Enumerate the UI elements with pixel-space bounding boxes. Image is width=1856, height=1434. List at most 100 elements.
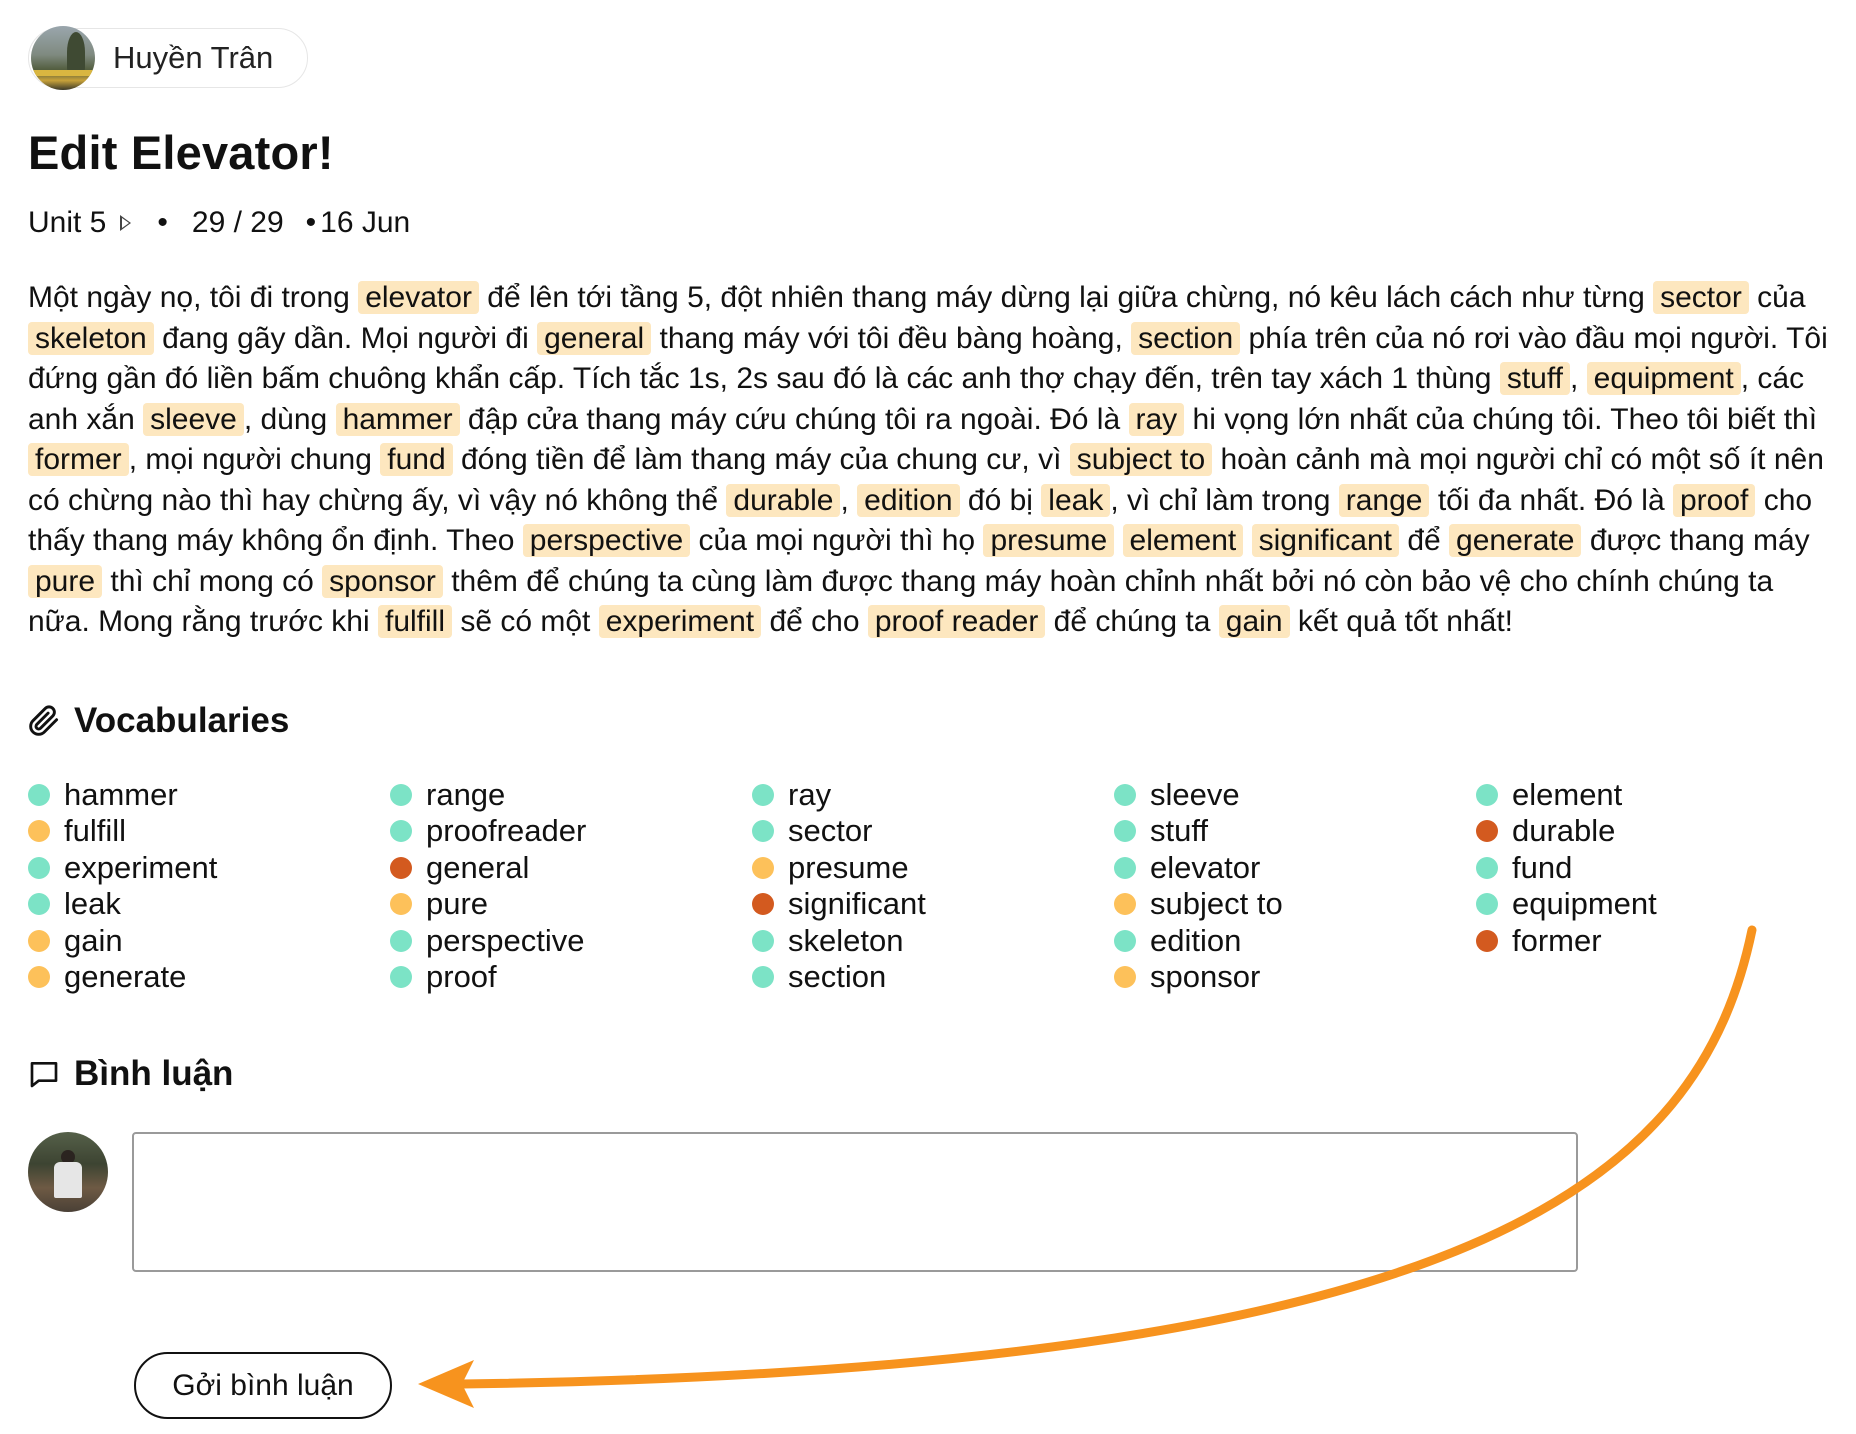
highlighted-word[interactable]: elevator [358, 281, 479, 314]
vocabulary-item[interactable]: sponsor [1114, 959, 1476, 996]
status-dot-icon [1476, 820, 1498, 843]
highlighted-word[interactable]: pure [28, 564, 103, 598]
story-paragraph: Một ngày nọ, tôi đi trong elevator để lê… [28, 281, 1828, 638]
vocabulary-word: skeleton [788, 922, 904, 958]
vocabulary-word: durable [1512, 813, 1616, 849]
highlighted-word[interactable]: ray [1128, 402, 1185, 436]
vocabulary-item[interactable]: ray [752, 777, 1114, 814]
highlighted-word[interactable]: hammer [335, 402, 460, 436]
highlighted-word[interactable]: gain [1218, 605, 1290, 638]
highlighted-word[interactable]: fund [380, 443, 453, 476]
highlighted-word[interactable]: perspective [522, 524, 691, 557]
highlighted-word[interactable]: former [28, 443, 129, 476]
status-dot-icon [1114, 929, 1136, 952]
highlighted-word[interactable]: proof [1672, 483, 1756, 517]
highlighted-word[interactable]: leak [1041, 483, 1111, 517]
vocabulary-item[interactable]: element [1476, 777, 1838, 814]
status-dot-icon [1114, 856, 1136, 879]
unit-label: Unit 5 [28, 206, 107, 239]
highlighted-word[interactable]: durable [726, 483, 841, 517]
vocabulary-word: subject to [1150, 886, 1283, 922]
lesson-meta: Unit 5 • 29 / 29 • 16 Jun [28, 206, 1828, 240]
vocabulary-item[interactable]: general [390, 850, 752, 887]
status-dot-icon [1476, 783, 1498, 806]
highlighted-word[interactable]: general [537, 321, 652, 355]
separator-dot: • [157, 206, 168, 239]
submit-comment-button[interactable]: Gởi bình luận [134, 1352, 392, 1419]
vocabulary-item[interactable]: pure [390, 886, 752, 923]
vocabulary-item[interactable]: sector [752, 813, 1114, 850]
status-dot-icon [1114, 820, 1136, 843]
highlighted-word[interactable]: sector [1653, 281, 1749, 314]
highlighted-word[interactable]: presume [983, 524, 1115, 557]
vocabulary-item[interactable]: skeleton [752, 923, 1114, 960]
vocabulary-item[interactable]: subject to [1114, 886, 1476, 923]
highlighted-word[interactable]: section [1131, 321, 1241, 355]
vocabulary-word: generate [64, 959, 187, 995]
highlighted-word[interactable]: sponsor [322, 564, 443, 598]
date-label: 16 Jun [320, 206, 411, 239]
vocabulary-item[interactable]: presume [752, 850, 1114, 887]
vocabulary-word: perspective [426, 922, 585, 958]
vocabulary-grid: hammer fulfill experiment leak gain generate r… [28, 777, 1828, 996]
vocabulary-item[interactable]: edition [1114, 923, 1476, 960]
highlighted-word[interactable]: experiment [598, 605, 762, 638]
status-dot-icon [1476, 893, 1498, 916]
vocabulary-item[interactable]: hammer [28, 777, 390, 814]
vocabulary-item[interactable]: proof [390, 959, 752, 996]
comments-title: Bình luận [74, 1053, 234, 1093]
status-dot-icon [28, 820, 50, 843]
play-triangle-icon[interactable] [120, 215, 132, 231]
vocabulary-item[interactable]: section [752, 959, 1114, 996]
user-profile-chip[interactable]: Huyền Trân [28, 26, 309, 90]
status-dot-icon [28, 856, 50, 879]
user-name: Huyền Trân [113, 40, 274, 75]
highlighted-word[interactable]: subject to [1069, 443, 1213, 476]
vocabulary-word: fulfill [64, 813, 127, 849]
highlighted-word[interactable]: proof reader [867, 605, 1046, 638]
status-dot-icon [390, 856, 412, 879]
vocabulary-item[interactable]: stuff [1114, 813, 1476, 850]
vocabulary-item[interactable]: sleeve [1114, 777, 1476, 814]
vocabulary-item[interactable]: proofreader [390, 813, 752, 850]
vocabulary-item[interactable]: range [390, 777, 752, 814]
vocabulary-word: elevator [1150, 849, 1261, 885]
current-user-avatar [28, 1131, 108, 1212]
highlighted-word[interactable]: sleeve [143, 402, 244, 436]
vocabulary-item[interactable]: perspective [390, 923, 752, 960]
vocabulary-word: general [426, 849, 530, 885]
vocabulary-item[interactable]: significant [752, 886, 1114, 923]
vocabulary-item[interactable]: former [1476, 923, 1838, 960]
vocabulary-item[interactable]: durable [1476, 813, 1838, 850]
highlighted-word[interactable]: fulfill [377, 605, 452, 638]
vocabularies-title: Vocabularies [74, 700, 290, 740]
vocabulary-word: sponsor [1150, 959, 1261, 995]
vocabulary-word: range [426, 776, 506, 812]
highlighted-word[interactable]: generate [1449, 524, 1582, 557]
status-dot-icon [28, 783, 50, 806]
vocabulary-item[interactable]: generate [28, 959, 390, 996]
highlighted-word[interactable]: significant [1251, 524, 1399, 557]
status-dot-icon [390, 820, 412, 843]
status-dot-icon [1476, 856, 1498, 879]
vocabulary-word: equipment [1512, 886, 1657, 922]
highlighted-word[interactable]: element [1122, 524, 1244, 557]
vocabulary-item[interactable]: fulfill [28, 813, 390, 850]
vocabulary-word: ray [788, 776, 832, 812]
vocabulary-item[interactable]: fund [1476, 850, 1838, 887]
status-dot-icon [390, 966, 412, 989]
highlighted-word[interactable]: stuff [1499, 362, 1570, 395]
vocabulary-item[interactable]: gain [28, 923, 390, 960]
vocabulary-item[interactable]: experiment [28, 850, 390, 887]
comment-textarea[interactable] [132, 1131, 1578, 1272]
highlighted-word[interactable]: equipment [1586, 362, 1741, 395]
status-dot-icon [390, 929, 412, 952]
chat-bubble-icon [30, 1061, 58, 1087]
status-dot-icon [28, 929, 50, 952]
highlighted-word[interactable]: skeleton [28, 321, 154, 355]
highlighted-word[interactable]: edition [857, 483, 960, 517]
vocabulary-item[interactable]: leak [28, 886, 390, 923]
vocabulary-item[interactable]: equipment [1476, 886, 1838, 923]
vocabulary-item[interactable]: elevator [1114, 850, 1476, 887]
highlighted-word[interactable]: range [1338, 483, 1430, 517]
